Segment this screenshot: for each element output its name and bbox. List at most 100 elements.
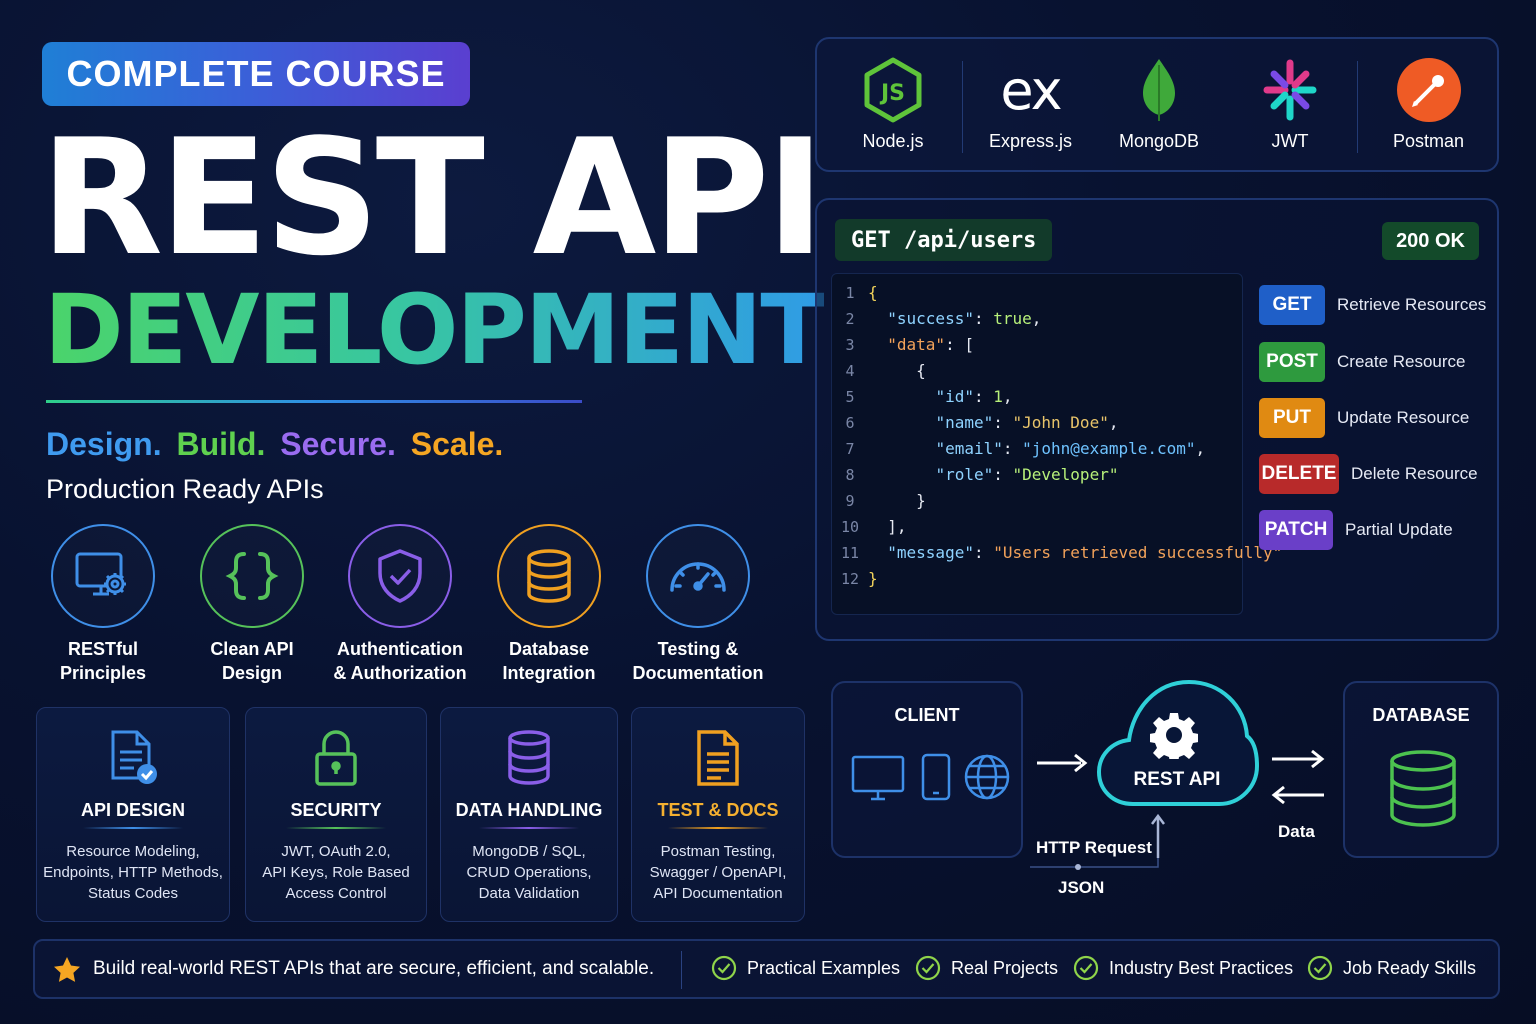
tech-label: Express.js [989,131,1073,151]
api-response-panel: GET /api/users 200 OK 1{ 2 "success": tr… [815,198,1499,641]
code-line: 9 } [845,491,926,510]
check-item: Industry Best Practices [1073,955,1293,981]
rest-api-label: REST API [1133,769,1221,790]
bottom-headline: Build real-world REST APIs that are secu… [93,958,655,979]
code-line: 11 "message": "Users retrieved successfu… [840,543,1283,562]
nodejs-icon: JS [864,57,922,123]
feature-auth-label: Authentication & Authorization [320,637,480,685]
feature-restful-label: RESTful Principles [23,637,183,685]
card-desc-line: Endpoints, HTTP Methods, [43,864,223,881]
page-title: REST API [40,104,825,291]
card-security: SECURITY JWT, OAuth 2.0, API Keys, Role … [245,707,427,922]
method-patch: PATCH Partial Update [1259,510,1453,550]
method-badge: POST [1259,342,1325,382]
feature-label-line: RESTful [68,639,138,659]
method-get: GET Retrieve Resources [1259,285,1486,325]
tech-jwt: JWT [1259,57,1321,152]
tech-stack-bar: JS Node.js ex Express.js MongoDB JWT Pos… [815,37,1499,172]
feature-label-line: Documentation [632,663,764,683]
client-devices-icon [851,753,1010,801]
tech-label: MongoDB [1119,131,1200,151]
card-title: API DESIGN [80,800,186,820]
document-lines-icon [697,730,739,786]
feature-label-line: Database [508,639,590,659]
jwt-icon [1263,59,1317,121]
tech-label: Node.js [862,131,924,151]
card-data-handling: DATA HANDLING MongoDB / SQL, CRUD Operat… [440,707,618,922]
star-icon [54,957,80,982]
feature-restful-circle [51,524,155,628]
code-line: 12} [840,569,878,588]
tagline: Design. Build. Secure. Scale. [46,426,509,463]
lock-icon [315,730,357,786]
card-title: SECURITY [290,800,382,820]
client-title: CLIENT [894,705,960,725]
tech-separator [1357,61,1358,153]
express-icon: ex [1000,58,1062,122]
card-desc-line: Access Control [285,885,387,902]
method-description: Partial Update [1345,520,1453,539]
card-underline [286,827,386,829]
gear-icon [1150,713,1198,759]
database-title: DATABASE [1372,705,1470,725]
tech-mongodb: MongoDB [1119,57,1199,152]
feature-auth-circle [348,524,452,628]
tech-separator [962,61,963,153]
gauge-icon [670,562,726,592]
feature-label-line: Testing & [657,639,739,659]
card-desc-line: Swagger / OpenAPI, [649,864,787,881]
check-item: Real Projects [915,955,1058,981]
sub-tagline: Production Ready APIs [46,474,324,504]
method-delete: DELETE Delete Resource [1259,454,1478,494]
tech-label: JWT [1271,131,1309,151]
check-item: Practical Examples [711,955,900,981]
feature-testing-circle [646,524,750,628]
method-description: Delete Resource [1351,464,1478,483]
card-desc-line: API Keys, Role Based [262,864,410,881]
card-underline [668,827,768,829]
card-underline [479,827,579,829]
code-line: 2 "success": true, [845,309,1042,328]
check-item: Job Ready Skills [1307,955,1476,981]
curly-braces-icon [225,552,279,600]
bidirectional-arrows-icon [1271,749,1325,805]
bottom-highlight-bar: Build real-world REST APIs that are secu… [33,939,1500,999]
check-circle-icon [1307,955,1333,981]
card-test-docs: TEST & DOCS Postman Testing, Swagger / O… [631,707,805,922]
database-box: DATABASE [1343,681,1499,858]
check-circle-icon [915,955,941,981]
check-circle-icon [711,955,737,981]
method-put: PUT Update Resource [1259,398,1469,438]
feature-label-line: Integration [502,663,596,683]
document-check-icon [111,730,157,784]
code-line: 1{ [845,283,878,302]
arrow-right-icon [1037,753,1088,773]
card-desc-line: Status Codes [87,885,179,902]
tagline-design: Design. [46,426,162,462]
json-label: JSON [1058,878,1105,897]
card-desc-line: CRUD Operations, [466,864,592,881]
data-label: Data [1278,822,1315,841]
card-desc-line: JWT, OAuth 2.0, [281,843,391,860]
code-line: 8 "role": "Developer" [845,465,1119,484]
http-request-label: HTTP Request [1036,838,1152,857]
card-description: MongoDB / SQL, CRUD Operations, Data Val… [466,841,591,904]
check-label: Industry Best Practices [1109,957,1294,978]
feature-label-line: Design [221,663,282,683]
tech-express: ex Express.js [989,57,1072,152]
course-badge: COMPLETE COURSE [42,42,470,106]
feature-label-line: Principles [59,663,147,683]
tagline-scale: Scale. [410,426,504,462]
feature-database-label: Database Integration [469,637,629,685]
check-label: Practical Examples [747,957,901,978]
code-line: 10 ], [840,517,907,536]
card-desc-line: MongoDB / SQL, [472,843,586,860]
client-box: CLIENT [831,681,1023,858]
card-desc-line: Resource Modeling, [66,843,200,860]
tech-label: Postman [1393,131,1465,151]
card-title: DATA HANDLING [455,800,603,820]
card-api-design: API DESIGN Resource Modeling, Endpoints,… [36,707,230,922]
postman-icon [1396,58,1461,122]
database-icon [1390,750,1456,827]
method-description: Update Resource [1337,408,1470,427]
